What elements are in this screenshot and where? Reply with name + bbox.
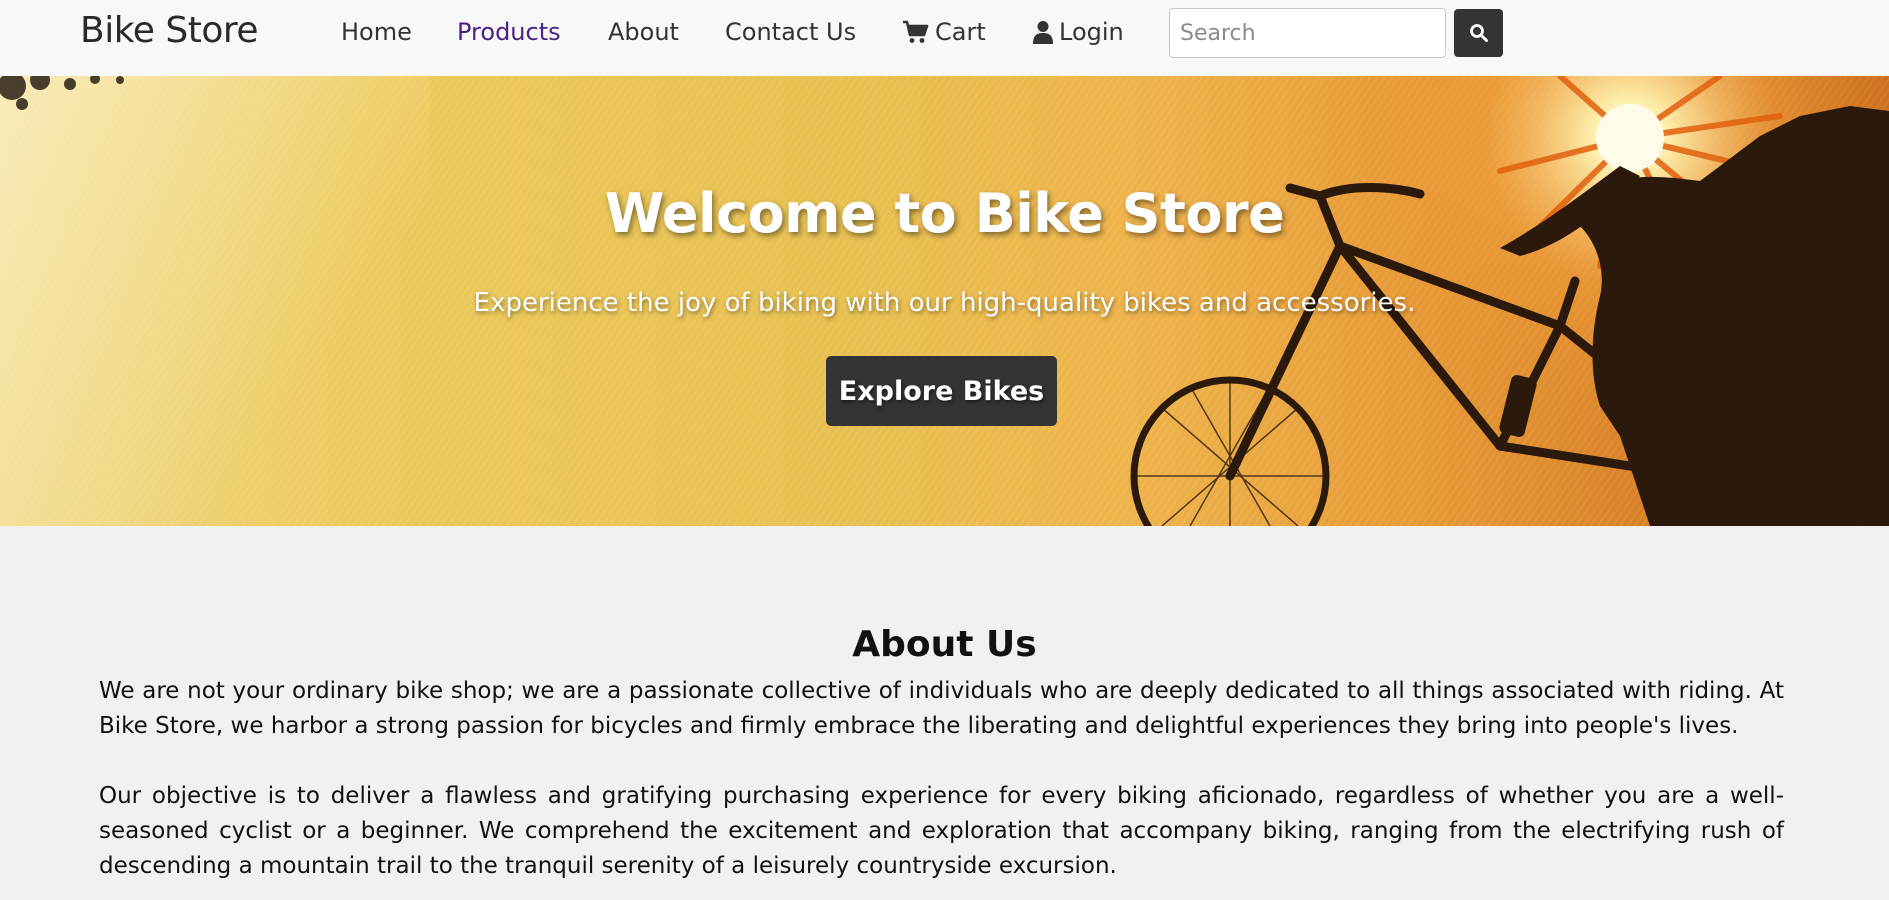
nav-link-contact[interactable]: Contact Us (725, 18, 856, 46)
about-paragraph-2: Our objective is to deliver a flawless a… (99, 783, 1784, 879)
about-paragraph-1: We are not your ordinary bike shop; we a… (99, 678, 1784, 739)
nav-link-cart[interactable]: Cart (902, 18, 986, 46)
hero-title: Welcome to Bike Store (604, 182, 1285, 245)
search-input[interactable] (1169, 8, 1446, 58)
hero-banner: Welcome to Bike Store Experience the joy… (0, 76, 1889, 526)
cart-label: Cart (935, 18, 986, 46)
about-title: About Us (852, 624, 1037, 665)
search-icon (1469, 24, 1488, 42)
user-icon (1033, 21, 1053, 44)
foliage-shape (0, 76, 124, 110)
login-label: Login (1059, 18, 1124, 46)
explore-bikes-button[interactable]: Explore Bikes (826, 356, 1057, 426)
hero-subtitle: Experience the joy of biking with our hi… (473, 288, 1416, 318)
search-button[interactable] (1454, 9, 1503, 57)
nav-link-login[interactable]: Login (1033, 18, 1124, 46)
nav-link-about[interactable]: About (608, 18, 679, 46)
nav-link-products[interactable]: Products (457, 18, 561, 46)
nav-link-home[interactable]: Home (341, 18, 412, 46)
navbar: Bike Store Home Products About Contact U… (0, 0, 1889, 76)
brand-logo[interactable]: Bike Store (80, 10, 259, 51)
cart-icon (903, 20, 929, 43)
